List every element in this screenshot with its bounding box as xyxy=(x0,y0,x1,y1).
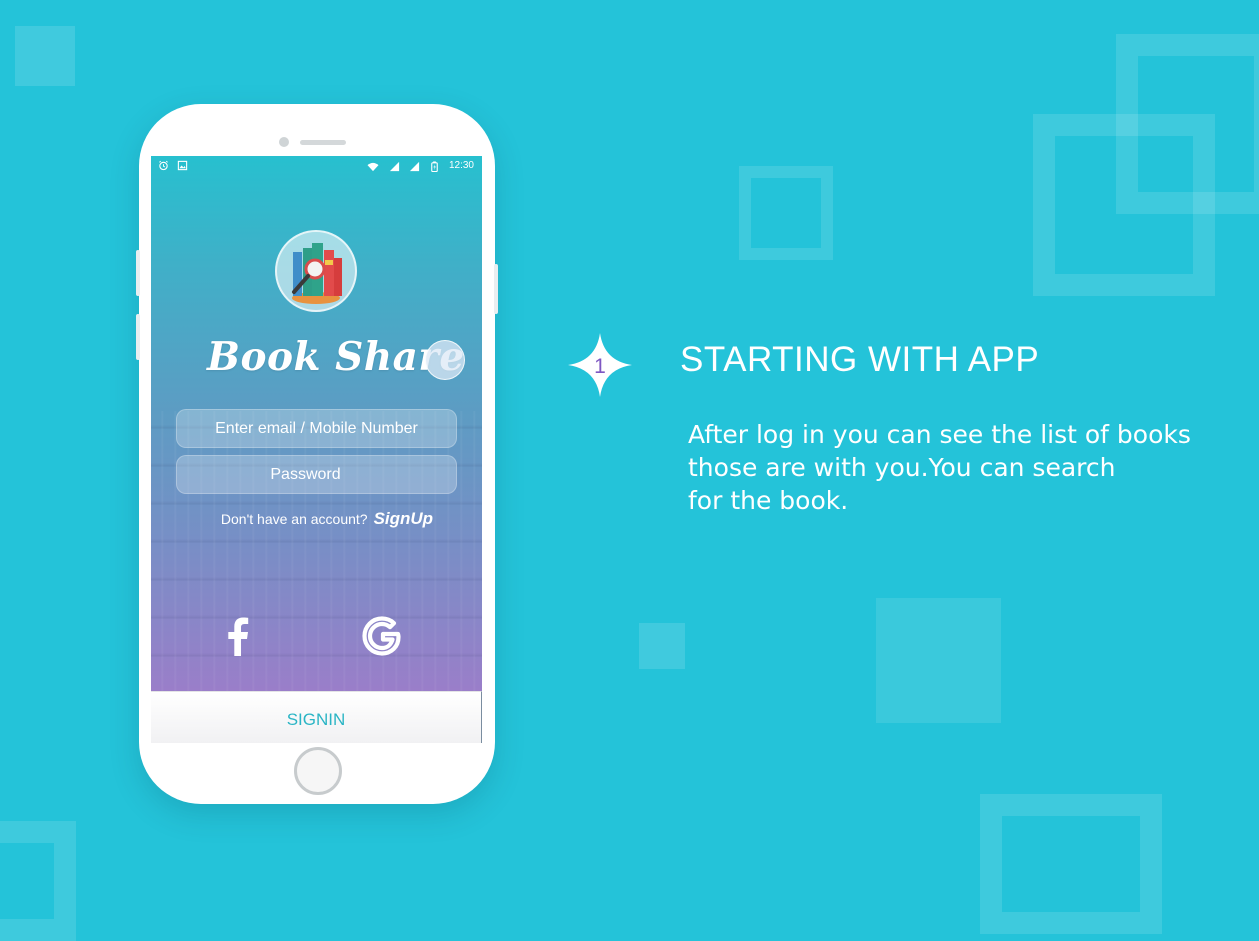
decor-square-outline xyxy=(980,794,1162,934)
image-icon xyxy=(177,160,188,171)
battery-charging-icon xyxy=(431,160,438,172)
floating-bubble xyxy=(425,340,465,380)
wifi-icon xyxy=(367,162,379,171)
step-star-icon: 1 xyxy=(568,333,632,397)
phone-screen: 12:30 Book Share Enter email / Mobile Nu… xyxy=(151,156,482,743)
signup-link[interactable]: SignUp xyxy=(374,509,434,528)
facebook-icon[interactable] xyxy=(214,612,262,660)
email-field[interactable]: Enter email / Mobile Number xyxy=(176,409,457,448)
step-description: After log in you can see the list of boo… xyxy=(688,418,1248,517)
phone-side-button xyxy=(494,264,498,314)
status-bar: 12:30 xyxy=(151,156,482,178)
signup-row: Don't have an account? SignUp xyxy=(151,509,482,529)
phone-camera xyxy=(279,137,289,147)
signal-icon xyxy=(389,161,400,171)
books-icon xyxy=(292,243,342,304)
google-icon[interactable] xyxy=(358,612,406,660)
step-heading: STARTING WITH APP xyxy=(680,340,1040,379)
app-logo xyxy=(275,230,357,312)
description-line: those are with you.You can search xyxy=(688,453,1116,482)
decor-square xyxy=(876,598,1001,723)
status-time: 12:30 xyxy=(448,160,474,171)
signin-button[interactable]: SIGNIN xyxy=(151,691,482,743)
library-background xyxy=(151,411,482,691)
decor-square xyxy=(15,26,75,86)
step-number: 1 xyxy=(594,355,606,378)
phone-side-button xyxy=(136,250,140,296)
decor-square xyxy=(639,623,685,669)
home-button[interactable] xyxy=(294,747,342,795)
phone-speaker xyxy=(300,140,346,145)
decor-square-outline xyxy=(1033,114,1215,296)
signal-icon xyxy=(409,161,420,171)
phone-mockup: 12:30 Book Share Enter email / Mobile Nu… xyxy=(136,104,498,804)
no-account-text: Don't have an account? xyxy=(220,511,368,527)
alarm-icon xyxy=(159,160,168,171)
decor-square-outline xyxy=(739,166,833,260)
description-line: for the book. xyxy=(688,486,849,515)
description-line: After log in you can see the list of boo… xyxy=(688,420,1191,449)
password-field[interactable]: Password xyxy=(176,455,457,494)
decor-square-outline xyxy=(0,821,76,941)
login-screen: 12:30 Book Share Enter email / Mobile Nu… xyxy=(151,156,482,691)
phone-side-button xyxy=(136,314,140,360)
